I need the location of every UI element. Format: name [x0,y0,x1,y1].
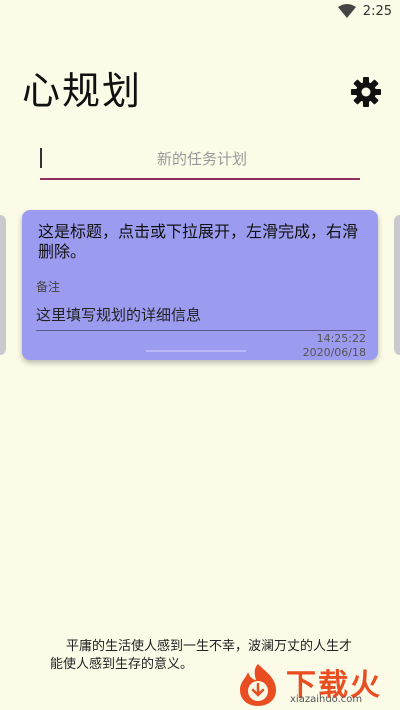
app-title: 心规划 [22,69,143,113]
prev-card-edge [0,215,6,355]
card-title: 这是标题，点击或下拉展开，左滑完成，右滑删除。 [38,222,359,261]
card-date: 2020/06/18 [302,346,366,359]
card-drag-handle[interactable] [146,350,246,352]
gear-icon[interactable] [350,76,382,108]
next-card-edge [394,215,400,355]
status-bar: 2:25 [0,0,400,24]
download-fire-logo-icon [240,664,276,706]
wifi-icon [338,4,356,18]
card-time: 14:25:22 [316,332,366,345]
status-time: 2:25 [362,4,392,19]
task-input[interactable] [40,142,364,176]
task-card[interactable]: 这是标题，点击或下拉展开，左滑完成，右滑删除。 备注 这里填写规划的详细信息 1… [22,210,378,360]
task-input-container[interactable] [40,142,364,180]
watermark-url: xiazaihuo.com [290,694,363,705]
watermark: 下载火 xiazaihuo.com [236,660,396,708]
card-note: 这里填写规划的详细信息 [36,306,202,324]
card-note-label: 备注 [36,280,61,294]
card-divider [36,330,366,331]
